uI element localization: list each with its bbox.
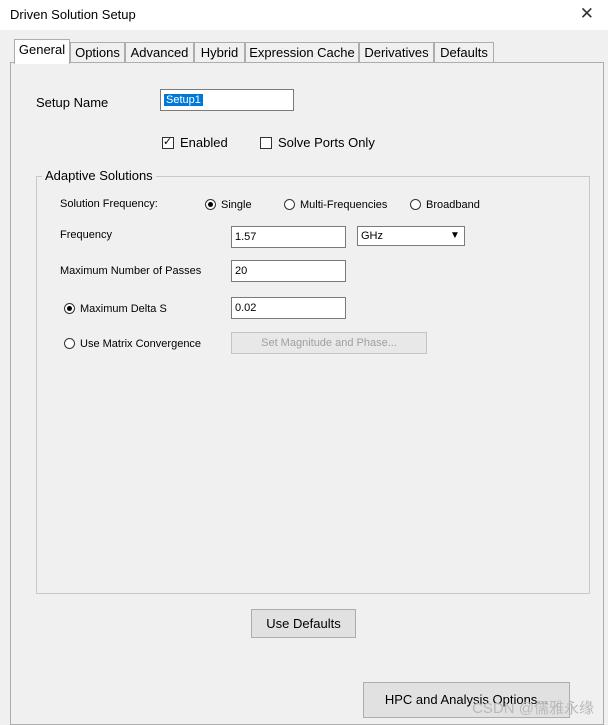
tab-hybrid[interactable]: Hybrid bbox=[194, 42, 245, 62]
title-bar: Driven Solution Setup ✕ bbox=[0, 0, 608, 30]
solution-frequency-label: Solution Frequency: bbox=[60, 198, 158, 210]
single-label: Single bbox=[221, 199, 252, 211]
use-defaults-button[interactable]: Use Defaults bbox=[251, 609, 356, 638]
setup-name-field[interactable]: Setup1 bbox=[160, 89, 294, 111]
tab-advanced[interactable]: Advanced bbox=[125, 42, 194, 62]
frequency-unit-select[interactable]: GHz ▼ bbox=[357, 226, 465, 246]
close-icon[interactable]: ✕ bbox=[580, 4, 594, 24]
max-delta-s-field[interactable]: 0.02 bbox=[231, 297, 346, 319]
enabled-checkbox[interactable] bbox=[162, 135, 174, 149]
matrix-convergence-label: Use Matrix Convergence bbox=[80, 338, 202, 350]
frequency-field[interactable]: 1.57 bbox=[231, 226, 346, 248]
multi-frequencies-label: Multi-Frequencies bbox=[300, 199, 388, 211]
single-radio[interactable] bbox=[205, 199, 216, 210]
solve-ports-only-label: Solve Ports Only bbox=[278, 135, 375, 150]
frequency-label: Frequency bbox=[60, 229, 112, 241]
frequency-unit-value: GHz bbox=[361, 230, 383, 242]
matrix-convergence-radio[interactable] bbox=[64, 338, 75, 349]
watermark: CSDN @儒雅永缘 bbox=[472, 700, 594, 717]
broadband-label: Broadband bbox=[426, 199, 480, 211]
tab-expression-cache[interactable]: Expression Cache bbox=[245, 42, 359, 62]
setup-name-value: Setup1 bbox=[164, 94, 203, 106]
tab-derivatives[interactable]: Derivatives bbox=[359, 42, 434, 62]
setup-name-label: Setup Name bbox=[36, 95, 109, 110]
set-magnitude-phase-button[interactable]: Set Magnitude and Phase... bbox=[231, 332, 427, 354]
multi-frequencies-radio[interactable] bbox=[284, 199, 295, 210]
max-passes-field[interactable]: 20 bbox=[231, 260, 346, 282]
solve-ports-only-checkbox[interactable] bbox=[260, 137, 272, 149]
adaptive-solutions-title: Adaptive Solutions bbox=[42, 168, 156, 183]
tab-general[interactable]: General bbox=[14, 39, 70, 64]
max-passes-label: Maximum Number of Passes bbox=[60, 265, 202, 277]
window-title: Driven Solution Setup bbox=[10, 7, 136, 22]
max-delta-s-radio[interactable] bbox=[64, 303, 75, 314]
tab-options[interactable]: Options bbox=[70, 42, 125, 62]
broadband-radio[interactable] bbox=[410, 199, 421, 210]
tab-defaults[interactable]: Defaults bbox=[434, 42, 494, 62]
enabled-label: Enabled bbox=[180, 135, 228, 150]
chevron-down-icon[interactable]: ▼ bbox=[447, 228, 463, 244]
max-delta-s-label: Maximum Delta S bbox=[80, 303, 167, 315]
